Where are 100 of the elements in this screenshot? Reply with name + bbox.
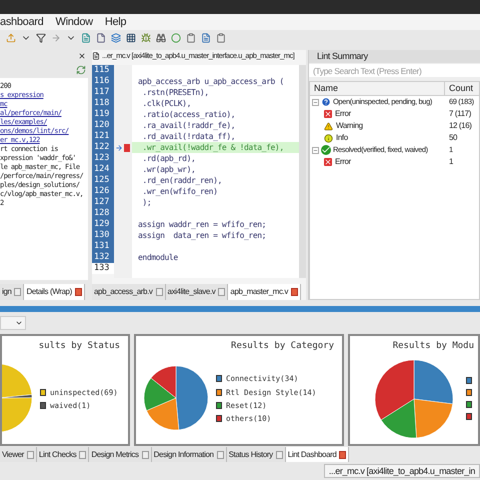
panel-title: Lint Summary [316, 50, 368, 63]
refresh-icon[interactable] [76, 65, 86, 75]
code-line: assign waddr_ren = wfifo_ren; [138, 219, 266, 230]
tab[interactable]: Design Metrics [89, 447, 152, 462]
code-line: .rstn(PRESETn), [141, 87, 209, 98]
document-icon[interactable] [81, 33, 91, 43]
column-header[interactable]: Name [310, 82, 445, 95]
line-number: 124 [92, 164, 114, 175]
scrollbar[interactable] [299, 65, 306, 278]
pie-slice [414, 360, 454, 404]
tree-item[interactable]: Error [335, 108, 351, 120]
code-line: .rd_en(raddr_ren), [141, 175, 222, 186]
error-icon [324, 158, 332, 166]
code-line: endmodule [138, 252, 178, 263]
tab[interactable]: Status History [226, 447, 286, 462]
legend-swatch-icon [466, 389, 472, 396]
bug-icon[interactable] [141, 33, 151, 43]
tab[interactable]: ign [0, 284, 24, 300]
binoculars-icon[interactable] [156, 33, 166, 43]
line-number: 128 [92, 208, 114, 219]
tree-item[interactable]: Error [335, 156, 351, 168]
chart-title: Results by Category [231, 340, 335, 353]
clipboard-icon[interactable] [186, 33, 196, 43]
search-field[interactable]: (Type Search Text (Press Enter) [309, 64, 480, 77]
code-line: .ra_avail(!raddr_fe), [141, 120, 236, 131]
line-number: 116 [92, 76, 114, 87]
code-line: apb_access_arb u_apb_access_arb ( [138, 76, 284, 87]
tab-close-icon[interactable] [74, 288, 82, 296]
tab[interactable]: Details (Wrap) [24, 284, 85, 300]
line-number: 115 [92, 65, 114, 76]
line-number: 130 [92, 230, 114, 241]
code-line: assign data_ren = wfifo_ren; [138, 230, 266, 241]
tab-close-icon[interactable] [290, 288, 298, 296]
document-icon[interactable] [201, 33, 211, 43]
line-number: 132 [92, 252, 114, 263]
circle-icon[interactable] [171, 33, 181, 43]
legend-swatch-icon [466, 401, 472, 408]
line-number: 127 [92, 197, 114, 208]
menu-item[interactable]: Help [104, 14, 126, 30]
legend-swatch-icon [40, 388, 46, 396]
legend-swatch-icon [466, 413, 472, 420]
code-line: .ratio(access_ratio), [141, 109, 236, 120]
arrow-icon[interactable] [51, 33, 61, 43]
check-icon [321, 145, 331, 155]
tree-item[interactable]: Info [336, 132, 348, 144]
legend-swatch-icon [216, 415, 222, 422]
code-line: .rd(apb_rd), [141, 153, 196, 164]
tab[interactable]: apb_access_arb.v [92, 284, 166, 300]
line-number: 119 [92, 109, 114, 120]
legend-swatch-icon [40, 402, 46, 409]
filter-icon[interactable] [36, 33, 46, 43]
menu-item[interactable]: Window [55, 14, 93, 30]
tab-close-icon[interactable] [339, 450, 346, 458]
line-number: 123 [92, 153, 114, 164]
code-line: .wr(apb_wr), [141, 164, 196, 175]
layers-icon[interactable] [111, 33, 121, 43]
line-number: 126 [92, 186, 114, 197]
error-icon [324, 110, 332, 118]
line-number: 120 [92, 120, 114, 131]
code-line: .wr_avail(!waddr_fe & !data_fe), [141, 142, 284, 153]
help-icon [321, 97, 331, 107]
code-line: ); [141, 197, 152, 208]
legend-swatch-icon [466, 377, 472, 384]
tab[interactable]: Lint Dashboard [286, 447, 350, 462]
arrow-icon [115, 144, 123, 152]
line-number: 118 [92, 98, 114, 109]
tab[interactable]: apb_master_mc.v [228, 284, 301, 300]
grid-icon[interactable] [126, 33, 136, 43]
page-icon[interactable] [96, 33, 106, 43]
legend-swatch-icon [216, 388, 222, 396]
count-text: 50 [448, 132, 458, 144]
expander-icon[interactable] [312, 98, 319, 106]
code-line: .wr_en(wfifo_ren) [141, 186, 218, 197]
expander-icon[interactable] [312, 146, 319, 154]
line-number: 129 [92, 219, 114, 230]
status-text: ...er_mc.v [axi4lite_to_apb4.u_master_in [324, 464, 480, 478]
code-line: .rd_avail(!rdata_ff), [141, 131, 236, 142]
close-icon[interactable] [78, 52, 86, 60]
tab[interactable]: Design Information [152, 447, 227, 462]
tab[interactable]: axi4lite_slave.v [166, 284, 228, 300]
warning-icon [324, 122, 333, 130]
error-marker-icon [124, 144, 130, 152]
line-number: 125 [92, 175, 114, 186]
file-icon [92, 52, 100, 60]
legend-swatch-icon [216, 402, 222, 409]
tree-item[interactable]: Warning [336, 120, 363, 132]
count-text: 12 (16) [448, 120, 473, 132]
line-number: 131 [92, 241, 114, 252]
line-number: 117 [92, 87, 114, 98]
caret-icon [15, 319, 23, 327]
count-text: 1 [448, 156, 454, 168]
clipboard-icon[interactable] [216, 33, 226, 43]
info-icon [324, 134, 333, 142]
menu-item[interactable]: ashboard [0, 14, 44, 30]
line-number: 121 [92, 131, 114, 142]
tab[interactable]: Lint Checks [36, 447, 90, 462]
upload-icon[interactable] [6, 33, 16, 43]
column-header[interactable]: Count [445, 82, 479, 95]
chart-title: Results by Modu [392, 340, 475, 353]
tab[interactable]: Viewer [0, 447, 37, 462]
